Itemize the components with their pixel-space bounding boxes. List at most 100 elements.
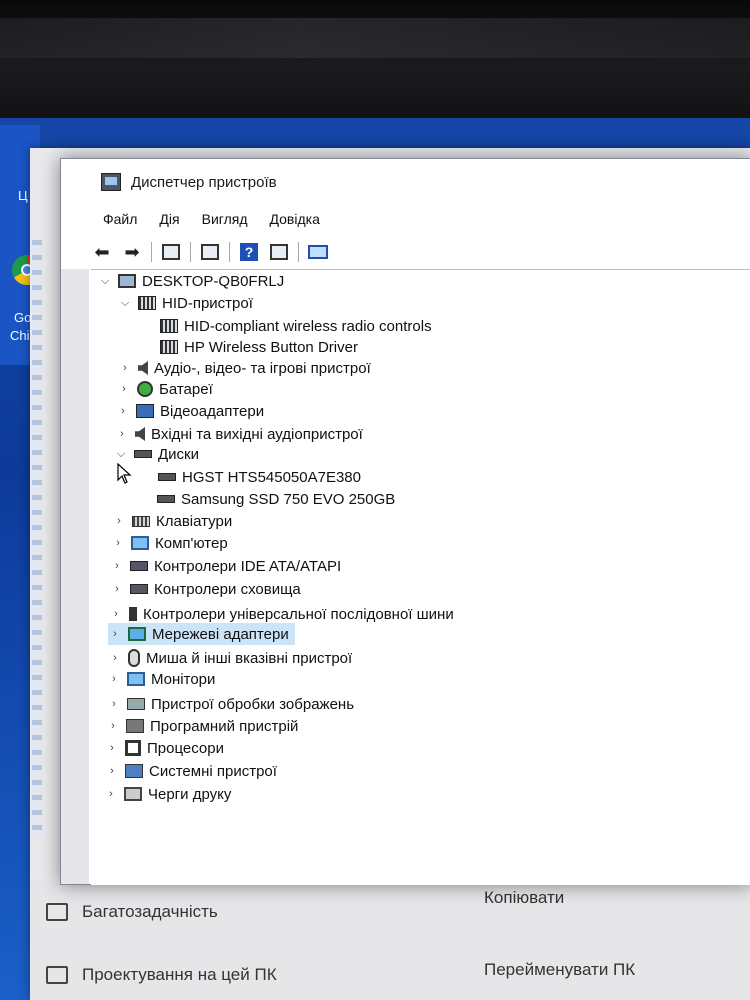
mouse-icon xyxy=(128,649,140,667)
tree-item-mice[interactable]: › Миша й інші вказівні пристрої xyxy=(108,647,352,669)
disk-icon xyxy=(134,450,152,458)
tree-item-label: Контролери IDE ATA/ATAPI xyxy=(154,557,342,575)
chevron-right-icon[interactable]: › xyxy=(110,583,124,595)
disk-drive-icon xyxy=(157,495,175,503)
title-bar[interactable]: Диспетчер пристроїв xyxy=(61,159,750,205)
tree-item-label: Диски xyxy=(158,445,199,463)
computer-icon xyxy=(131,536,149,550)
tree-item-hid[interactable]: ⌵ HID-пристрої xyxy=(118,292,253,314)
tree-item-imaging[interactable]: › Пристрої обробки зображень xyxy=(107,693,354,715)
tree-item-batteries[interactable]: › Батареї xyxy=(117,378,213,400)
tree-item-label: Черги друку xyxy=(148,785,232,803)
chevron-right-icon[interactable]: › xyxy=(112,515,126,527)
tree-item-keyboards[interactable]: › Клавіатури xyxy=(112,510,232,532)
chevron-right-icon[interactable]: › xyxy=(111,537,125,549)
tree-item-storage[interactable]: › Контролери сховища xyxy=(110,578,301,600)
chevron-right-icon[interactable]: › xyxy=(116,405,130,417)
chevron-right-icon[interactable]: › xyxy=(108,628,122,640)
chevron-right-icon[interactable]: › xyxy=(105,765,119,777)
printer-icon xyxy=(124,787,142,801)
window-icon[interactable] xyxy=(268,242,290,262)
tree-device[interactable]: HGST HTS545050A7E380 xyxy=(158,466,361,488)
tree-device[interactable]: Samsung SSD 750 EVO 250GB xyxy=(157,488,395,510)
tree-item-computer[interactable]: › Комп'ютер xyxy=(111,532,228,554)
tree-device-label: Samsung SSD 750 EVO 250GB xyxy=(181,490,396,508)
tree-item-label: Мережеві адаптери xyxy=(152,625,289,643)
chevron-right-icon[interactable]: › xyxy=(107,673,121,685)
projecting-icon xyxy=(46,966,68,984)
back-arrow-icon[interactable]: ⬅ xyxy=(91,242,113,262)
settings-scroll-decoration xyxy=(32,240,42,840)
menu-help[interactable]: Довідка xyxy=(268,209,322,233)
chevron-right-icon[interactable]: › xyxy=(106,720,120,732)
toolbar-separator xyxy=(229,242,230,262)
update-driver-icon[interactable] xyxy=(199,242,221,262)
tree-device-label: HGST HTS545050A7E380 xyxy=(182,468,361,486)
chevron-right-icon[interactable]: › xyxy=(115,428,129,440)
chevron-right-icon[interactable]: › xyxy=(107,698,121,710)
tree-root-label: DESKTOP-QB0FRLJ xyxy=(142,272,285,290)
hid-device-icon xyxy=(160,319,178,333)
speaker-icon xyxy=(135,427,145,441)
chevron-down-icon[interactable]: ⌵ xyxy=(98,275,112,288)
tree-item-system[interactable]: › Системні пристрої xyxy=(105,760,277,782)
properties-icon[interactable] xyxy=(160,242,182,262)
forward-arrow-icon[interactable]: ➡ xyxy=(121,242,143,262)
chevron-down-icon[interactable]: ⌵ xyxy=(118,297,132,310)
tree-item-label: Аудіо-, відео- та ігрові пристрої xyxy=(154,359,371,377)
ide-controller-icon xyxy=(130,561,148,571)
chevron-right-icon[interactable]: › xyxy=(109,608,123,620)
tree-device-label: HID-compliant wireless radio controls xyxy=(184,317,432,335)
tree-item-label: Батареї xyxy=(159,380,213,398)
chevron-right-icon[interactable]: › xyxy=(108,652,122,664)
menu-view[interactable]: Вигляд xyxy=(200,209,250,233)
tree-item-label: Комп'ютер xyxy=(155,534,228,552)
tree-item-disks[interactable]: ⌵ Диски xyxy=(114,443,199,465)
tree-item-label: Процесори xyxy=(147,739,224,757)
rename-pc-link[interactable]: Перейменувати ПК xyxy=(484,960,635,980)
firmware-icon xyxy=(126,719,144,733)
tree-item-audio-video[interactable]: › Аудіо-, відео- та ігрові пристрої xyxy=(118,357,371,379)
tree-item-processors[interactable]: › Процесори xyxy=(105,737,224,759)
menu-bar: Файл Дія Вигляд Довідка xyxy=(101,209,322,233)
multitasking-label: Багатозадачність xyxy=(82,902,218,921)
scan-monitor-icon[interactable] xyxy=(307,242,329,262)
toolbar-separator xyxy=(151,242,152,262)
disk-drive-icon xyxy=(158,473,176,481)
tree-item-label: Контролери універсальної послідовної шин… xyxy=(143,605,454,623)
tree-device[interactable]: HP Wireless Button Driver xyxy=(160,336,358,358)
speaker-icon xyxy=(138,361,148,375)
menu-action[interactable]: Дія xyxy=(157,209,181,233)
projecting-label: Проектування на цей ПК xyxy=(82,965,277,984)
tree-item-monitors[interactable]: › Монітори xyxy=(107,668,215,690)
tree-device[interactable]: HID-compliant wireless radio controls xyxy=(160,315,432,337)
menu-file[interactable]: Файл xyxy=(101,209,139,233)
tree-item-video-adapters[interactable]: › Відеоадаптери xyxy=(116,400,264,422)
chevron-right-icon[interactable]: › xyxy=(104,788,118,800)
help-icon[interactable]: ? xyxy=(238,242,260,262)
tree-item-label: HID-пристрої xyxy=(162,294,253,312)
keyboard-icon xyxy=(132,515,150,527)
projecting-item[interactable]: Проектування на цей ПК xyxy=(46,965,277,985)
tree-item-print-queues[interactable]: › Черги друку xyxy=(104,783,231,805)
desktop-icon-label[interactable]: Ц xyxy=(18,188,28,203)
desktop-icon-label[interactable]: Chi xyxy=(10,328,30,343)
chevron-right-icon[interactable]: › xyxy=(110,560,124,572)
desktop-icon-label[interactable]: Go xyxy=(14,310,31,325)
tree-item-label: Вхідні та вихідні аудіопристрої xyxy=(151,425,363,443)
monitor-icon xyxy=(127,672,145,686)
chevron-right-icon[interactable]: › xyxy=(117,383,131,395)
tree-item-audio-io[interactable]: › Вхідні та вихідні аудіопристрої xyxy=(115,423,363,445)
tree-item-firmware[interactable]: › Програмний пристрій xyxy=(106,715,298,737)
hid-icon xyxy=(138,296,156,310)
multitasking-item[interactable]: Багатозадачність xyxy=(46,902,218,922)
screen-glare xyxy=(0,18,750,58)
chevron-right-icon[interactable]: › xyxy=(118,362,132,374)
tree-root[interactable]: ⌵ DESKTOP-QB0FRLJ xyxy=(98,270,284,292)
tree-item-network[interactable]: › Мережеві адаптери xyxy=(108,623,295,645)
tree-item-ide[interactable]: › Контролери IDE ATA/ATAPI xyxy=(110,555,341,577)
copy-link[interactable]: Копіювати xyxy=(484,888,564,908)
chevron-right-icon[interactable]: › xyxy=(105,742,119,754)
chevron-down-icon[interactable]: ⌵ xyxy=(114,448,128,461)
tree-item-usb[interactable]: › Контролери універсальної послідовної ш… xyxy=(109,603,454,625)
